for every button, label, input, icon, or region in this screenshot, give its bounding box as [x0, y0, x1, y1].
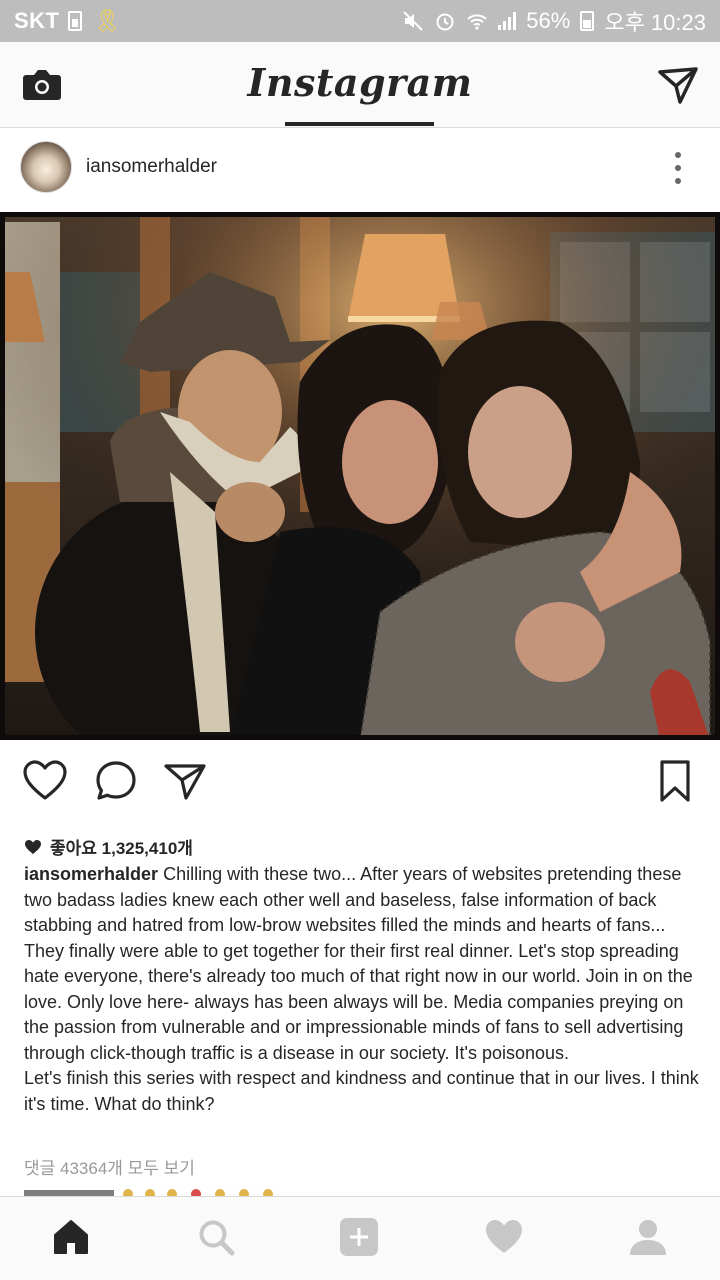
battery-percent: 56%	[526, 8, 571, 33]
share-icon[interactable]	[162, 758, 208, 804]
likes-count[interactable]: 좋아요 1,325,410개	[24, 834, 193, 859]
home-icon[interactable]	[51, 1217, 91, 1257]
clock: 오후 10:23	[604, 10, 706, 35]
post-actions	[0, 750, 720, 812]
profile-icon[interactable]	[628, 1217, 668, 1257]
logo-underline	[285, 122, 434, 126]
next-comment-peek	[24, 1189, 273, 1196]
add-icon[interactable]	[339, 1217, 379, 1257]
direct-send-icon[interactable]	[658, 66, 698, 104]
caption-text: Chilling with these two... After years o…	[24, 864, 699, 1114]
mute-icon	[403, 11, 424, 31]
likes-label: 좋아요 1,325,410개	[50, 839, 193, 858]
app-logo: Instagram	[247, 60, 473, 105]
status-bar: SKT 🎗 56% 오후 10:23	[0, 0, 720, 42]
comment-icon[interactable]	[93, 758, 139, 804]
bookmark-icon[interactable]	[652, 758, 698, 804]
more-vertical-icon[interactable]	[674, 152, 682, 184]
post-header: iansomerhalder	[0, 128, 720, 212]
heart-icon[interactable]	[22, 758, 68, 804]
wifi-icon	[467, 14, 487, 30]
post-photo[interactable]	[0, 212, 720, 740]
avatar[interactable]	[20, 141, 72, 193]
carrier-label: SKT	[14, 8, 60, 33]
bottom-nav	[0, 1196, 720, 1280]
alarm-icon	[436, 13, 454, 31]
view-all-comments-link[interactable]: 댓글 43364개 모두 보기	[24, 1154, 195, 1179]
activity-heart-icon[interactable]	[484, 1217, 524, 1257]
ribbon-icon: 🎗	[93, 8, 122, 33]
post-caption: iansomerhalder Chilling with these two..…	[24, 862, 700, 1117]
search-icon[interactable]	[196, 1217, 236, 1257]
small-heart-icon	[25, 839, 41, 854]
caption-username[interactable]: iansomerhalder	[24, 864, 158, 884]
app-header: Instagram	[0, 42, 720, 128]
sim-icon	[67, 11, 82, 31]
signal-icon	[498, 12, 517, 30]
battery-icon	[580, 11, 595, 31]
post-username[interactable]: iansomerhalder	[86, 156, 217, 178]
